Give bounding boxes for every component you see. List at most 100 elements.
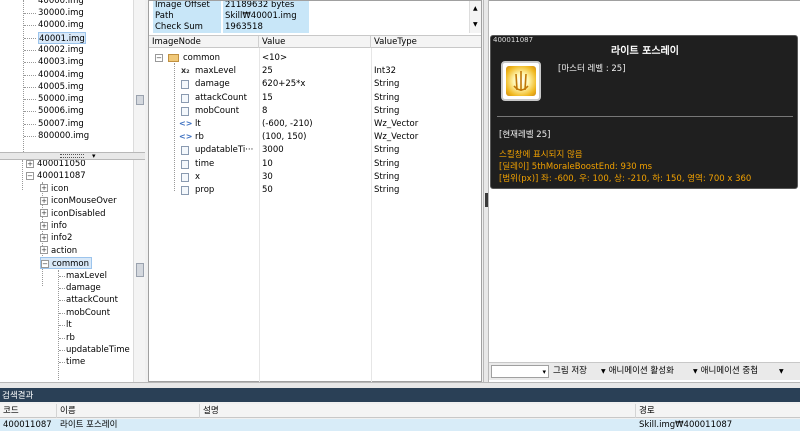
vector-icon: <> [179,119,193,128]
property-node[interactable]: time [66,356,85,368]
tree-guide-line [24,136,36,137]
scroll-up-icon[interactable]: ▲ [473,5,478,12]
column-header-valuetype[interactable]: ValueType [371,36,481,48]
chevron-down-icon[interactable]: ▾ [92,153,96,160]
img-tree-item[interactable]: 40002.img [38,44,84,56]
search-results-title: 검색결과 [2,391,34,401]
img-tree-item[interactable]: 800000.img [38,130,89,142]
img-tree-item[interactable]: 40004.img [38,69,84,81]
child-node[interactable]: + iconMouseOver [40,195,117,207]
grid-row[interactable]: x 30 String [149,171,481,184]
enable-animation-button[interactable]: ▼ 애니메이션 활성화 [601,365,674,378]
column-header-imagenode[interactable]: ImageNode [149,36,259,48]
grid-row[interactable]: damage 620+25*x String [149,78,481,91]
property-node[interactable]: updatableTime [66,344,130,356]
node-name: common [183,53,221,63]
column-header-value[interactable]: Value [259,36,371,48]
collapse-icon[interactable]: − [26,171,34,180]
tree-guide-line [24,86,36,88]
column-header-code[interactable]: 코드 [0,404,57,418]
tree-guide-line [59,288,65,289]
child-node[interactable]: + info2 [40,232,72,244]
img-tree-item[interactable]: 30000.img [38,7,84,19]
result-path: Skill.img₩400011087 [639,420,733,430]
scroll-down-icon[interactable]: ▼ [473,21,478,28]
grid-row[interactable]: prop 50 String [149,184,481,197]
info-scrollbar[interactable]: ▲ ▼ [469,1,481,33]
overlay-animation-button[interactable]: ▼ 애니메이션 중첩 [693,365,758,378]
string-icon [181,172,189,182]
column-header-desc[interactable]: 설명 [200,404,636,418]
tree-item-partial[interactable]: 40000.img [38,0,84,7]
tooltip-title: 라이트 포스레이 [611,46,679,57]
save-image-button[interactable]: 그림 저장 [553,365,587,378]
expand-icon[interactable]: + [40,209,48,218]
img-tree-item[interactable]: 50006.img [38,105,84,117]
property-node[interactable]: maxLevel [66,270,107,282]
property-node[interactable]: rb [66,332,75,344]
grid-cell-name: x [149,171,259,184]
img-tree-item[interactable]: 40005.img [38,81,84,93]
scrollbar-thumb[interactable] [136,95,144,105]
child-node[interactable]: + iconDisabled [40,208,106,220]
left-splitter[interactable]: ▾ [0,152,145,160]
child-node[interactable]: + icon [40,183,69,195]
tree-guide-line [24,49,36,51]
expand-icon[interactable]: + [40,221,48,230]
expand-icon[interactable]: + [40,184,48,193]
child-node[interactable]: − common [40,257,93,270]
info-row: Path Skill₩40001.img [149,11,469,22]
img-tree-item[interactable]: 40000.img [38,19,84,31]
tree-guide-line [59,350,65,351]
property-node[interactable]: lt [66,319,72,331]
scrollbar-thumb[interactable] [136,263,144,277]
collapse-icon[interactable]: − [155,54,163,62]
img-tree-item[interactable]: 50000.img [38,93,84,105]
column-header-name[interactable]: 이름 [57,404,200,418]
collapse-icon[interactable]: − [41,259,49,268]
grid-row[interactable]: <> rb (100, 150) Wz_Vector [149,131,481,144]
skill-node-label: 400011050 [37,160,86,169]
tooltip-line: 스킬창에 표시되지 않음 [499,150,583,160]
chevron-down-icon[interactable]: ▾ [542,368,546,376]
column-header-path[interactable]: 경로 [636,404,800,418]
property-node[interactable]: attackCount [66,294,118,306]
grid-row[interactable]: time 10 String [149,158,481,171]
grid-cell-value: 3000 [262,145,284,156]
more-options-button[interactable]: ▼ [779,365,787,378]
property-node[interactable]: mobCount [66,307,110,319]
skill-node[interactable]: −400011087 [26,170,86,182]
node-tree-scrollbar[interactable] [133,160,145,382]
frame-select[interactable]: ▾ [491,365,549,378]
property-node[interactable]: damage [66,282,101,294]
child-node[interactable]: + action [40,245,77,257]
node-name: prop [195,185,215,195]
child-node-label: action [51,245,78,256]
grid-row[interactable]: attackCount 15 String [149,92,481,105]
img-tree-item[interactable]: 50007.img [38,118,84,130]
img-tree-item[interactable]: 40003.img [38,56,84,68]
expand-icon[interactable]: + [40,233,48,242]
expand-icon[interactable]: + [26,160,34,168]
img-tree-item[interactable]: 40001.img [38,31,86,44]
expand-icon[interactable]: + [40,246,48,255]
grid-row[interactable]: x₂ maxLevel 25 Int32 [149,65,481,78]
child-node[interactable]: + info [40,220,67,232]
search-result-row[interactable]: 400011087 라이트 포스레이 Skill.img₩400011087 [0,419,800,431]
grid-row[interactable]: mobCount 8 String [149,105,481,118]
img-list-scrollbar[interactable] [133,0,145,152]
grid-row[interactable]: <> lt (-600, -210) Wz_Vector [149,118,481,131]
node-name: damage [195,79,230,90]
tree-guide-line [24,25,36,27]
search-results-body [0,431,800,440]
skill-node[interactable]: +400011050 [26,160,86,170]
preview-panel: 400011087 라이트 포스레이 [마스터 레벨 : 25] [현재레벨 2… [489,0,800,382]
node-name: time [195,158,215,169]
grid-row[interactable]: updatableTi··· 3000 String [149,144,481,157]
tree-guide-line [59,362,65,364]
property-panel: Image Offset 21189632 bytes Path Skill₩4000… [148,0,482,382]
expand-icon[interactable]: + [40,196,48,205]
preview-toolbar: ▾ 그림 저장 ▼ 애니메이션 활성화 ▼ 애니메이션 중첩 ▼ [489,362,800,380]
grid-row-parent[interactable]: − common <10> [149,52,481,65]
grid-cell-value: 620+25*x [262,79,306,90]
